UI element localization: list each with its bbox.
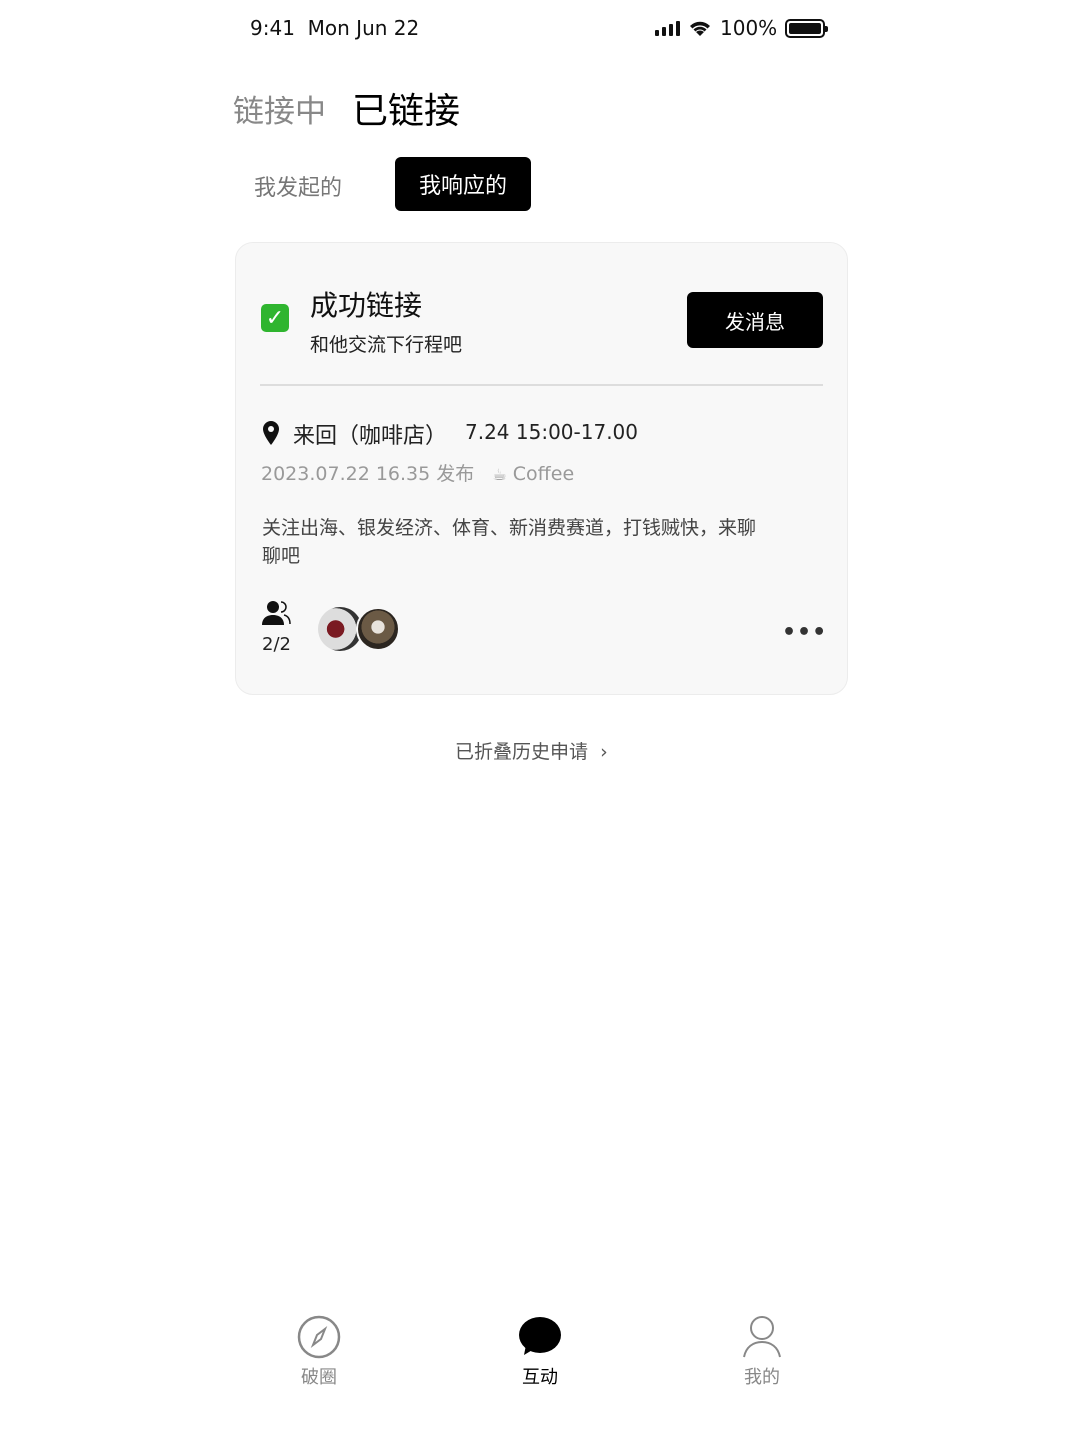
nav-interact[interactable]: 互动 (480, 1315, 600, 1389)
status-time: 9:41 Mon Jun 22 (250, 16, 420, 40)
coffee-icon: ☕ (492, 465, 507, 484)
divider (260, 384, 823, 386)
check-icon: ✓ (261, 304, 289, 332)
subtab-initiated[interactable]: 我发起的 (254, 170, 342, 202)
place-name: 来回（咖啡店） (293, 424, 448, 449)
description: 关注出海、银发经济、体育、新消费赛道，打钱贼快，来聊聊吧 (262, 517, 757, 567)
chat-bubble-icon (519, 1317, 561, 1355)
send-message-button[interactable]: 发消息 (687, 292, 823, 348)
tab-linked[interactable]: 已链接 (352, 82, 460, 134)
status-indicators: 100% (655, 16, 829, 40)
wifi-icon (690, 21, 710, 36)
nav-explore[interactable]: 破圈 (259, 1315, 379, 1389)
battery-icon (785, 18, 829, 38)
participant-count: 2/2 (262, 634, 291, 655)
participants-icon (262, 601, 291, 625)
user-icon (743, 1316, 781, 1358)
avatar[interactable] (356, 607, 400, 651)
compass-icon (297, 1315, 341, 1359)
signal-icon (655, 20, 680, 36)
folded-history-link[interactable]: 已折叠历史申请 › (455, 737, 608, 764)
tab-linking[interactable]: 链接中 (233, 86, 326, 131)
status-title: 成功链接 (310, 289, 423, 322)
publish-meta: 2023.07.22 16.35 发布 ☕ Coffee (261, 463, 575, 485)
chevron-right-icon: › (600, 741, 608, 763)
status-subtitle: 和他交流下行程吧 (310, 334, 463, 356)
event-time: 7.24 15:00-17.00 (465, 420, 638, 444)
location-pin-icon (263, 421, 279, 445)
more-icon[interactable]: ••• (782, 620, 827, 645)
battery-percent: 100% (720, 16, 778, 40)
nav-profile[interactable]: 我的 (702, 1315, 822, 1389)
subtab-responded[interactable]: 我响应的 (395, 157, 531, 211)
